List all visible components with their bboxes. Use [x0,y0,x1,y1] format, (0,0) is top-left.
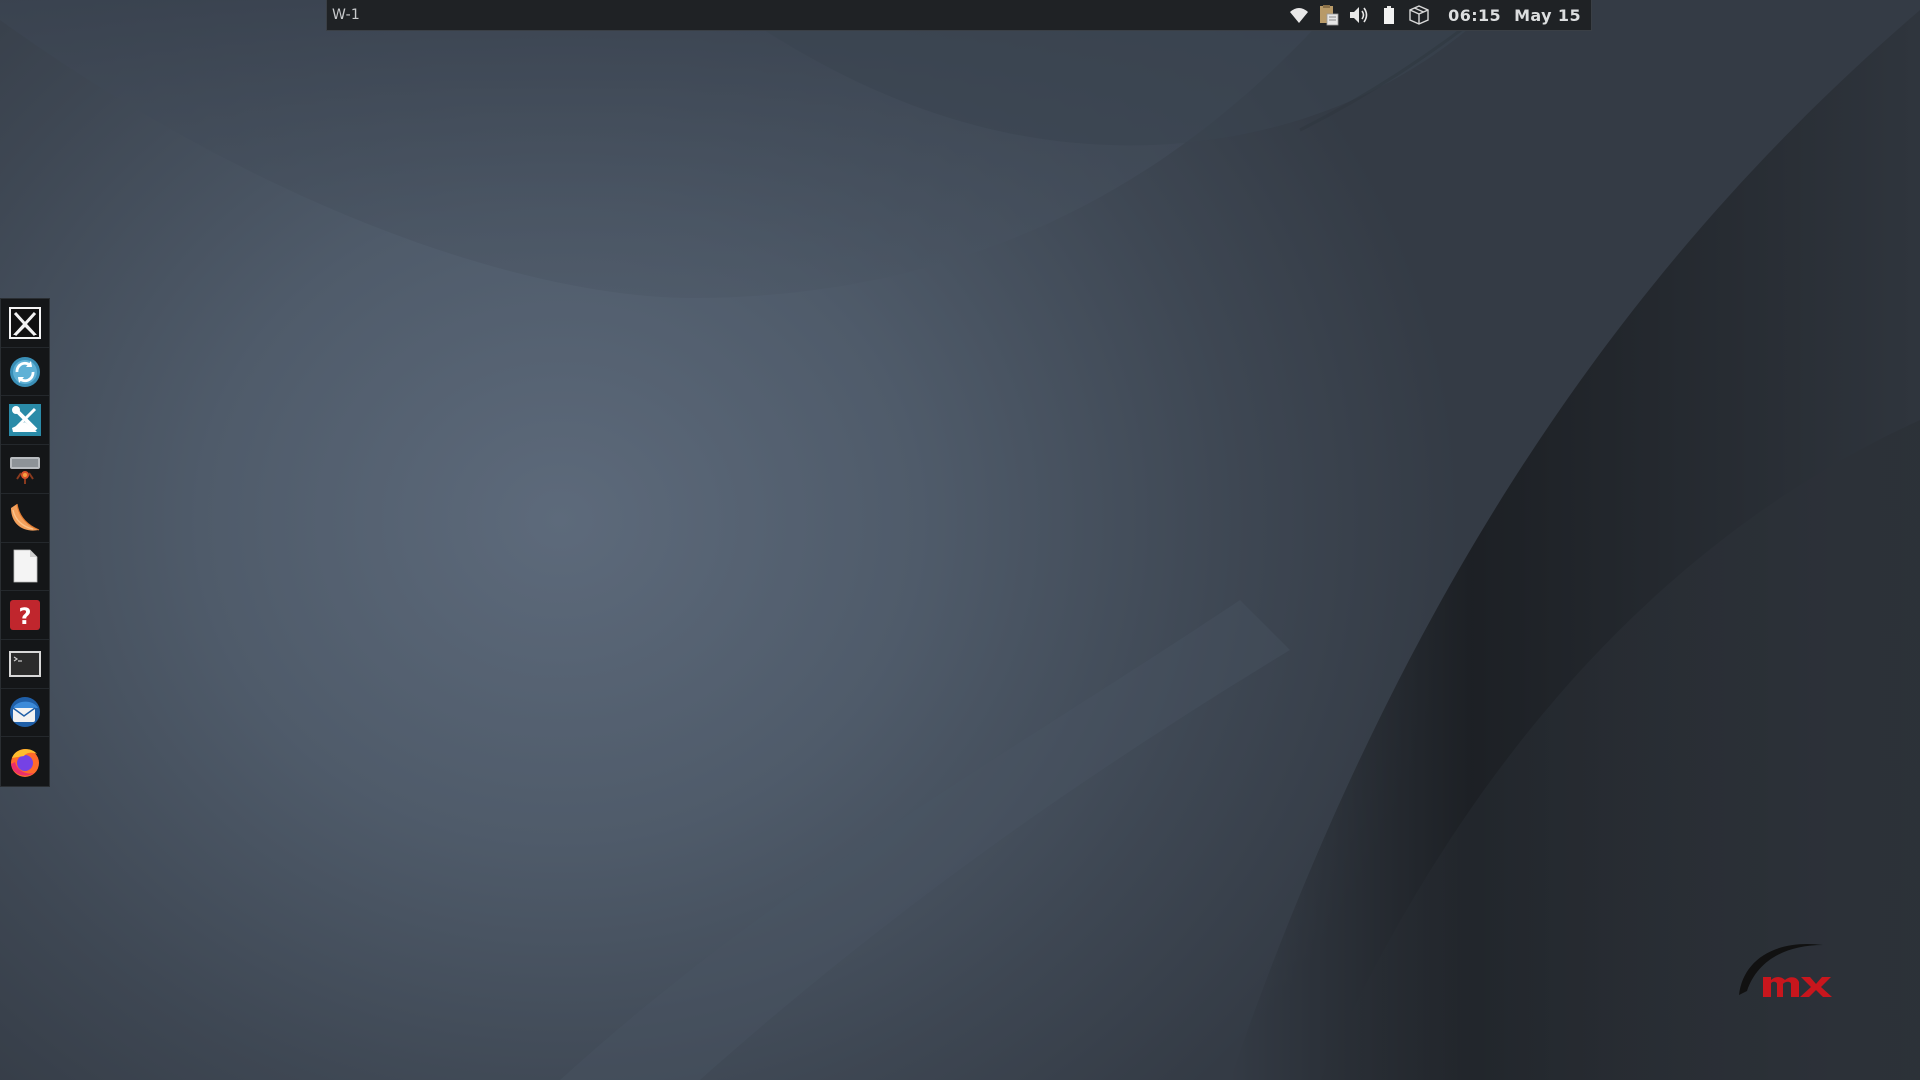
update-manager-icon [10,356,40,387]
dock-item-thunderbird[interactable] [1,689,49,738]
dock-item-document[interactable] [1,543,49,592]
firefox-browser-icon [11,748,39,777]
dock-item-firefox[interactable] [1,737,49,786]
wifi-icon[interactable] [1288,4,1310,26]
clementine-music-icon [11,503,40,531]
dock-item-file-manager[interactable] [1,445,49,494]
dock: ? [0,298,50,787]
dock-item-help[interactable]: ? [1,591,49,640]
dock-item-settings-manager[interactable] [1,396,49,446]
volume-icon[interactable] [1348,4,1370,26]
system-tray: 06:15 May 15 [1284,0,1591,30]
dock-item-clementine[interactable] [1,494,49,543]
file-manager-icon [10,456,40,484]
top-panel: W-1 06:15 May 15 [326,0,1592,31]
desktop[interactable]: W-1 06:15 May 15 ? [0,0,1920,1080]
settings-manager-icon [9,404,41,437]
package-updates-icon[interactable] [1408,4,1430,26]
clipboard-icon[interactable] [1318,4,1340,26]
dock-item-terminal[interactable] [1,640,49,689]
mx-linux-logo [1739,943,1832,997]
battery-icon[interactable] [1378,4,1400,26]
date[interactable]: May 15 [1514,6,1581,25]
clock[interactable]: 06:15 [1448,6,1501,25]
wallpaper [0,0,1920,1080]
document-writer-icon [13,549,38,583]
dock-item-mx-tools[interactable] [1,299,49,348]
terminal-icon [9,650,41,677]
help-icon: ? [10,600,40,631]
mx-tools-icon [9,306,41,339]
svg-text:?: ? [19,605,32,630]
dock-item-update-manager[interactable] [1,348,49,397]
thunderbird-mail-icon [10,697,40,728]
workspace-indicator[interactable]: W-1 [332,7,360,23]
